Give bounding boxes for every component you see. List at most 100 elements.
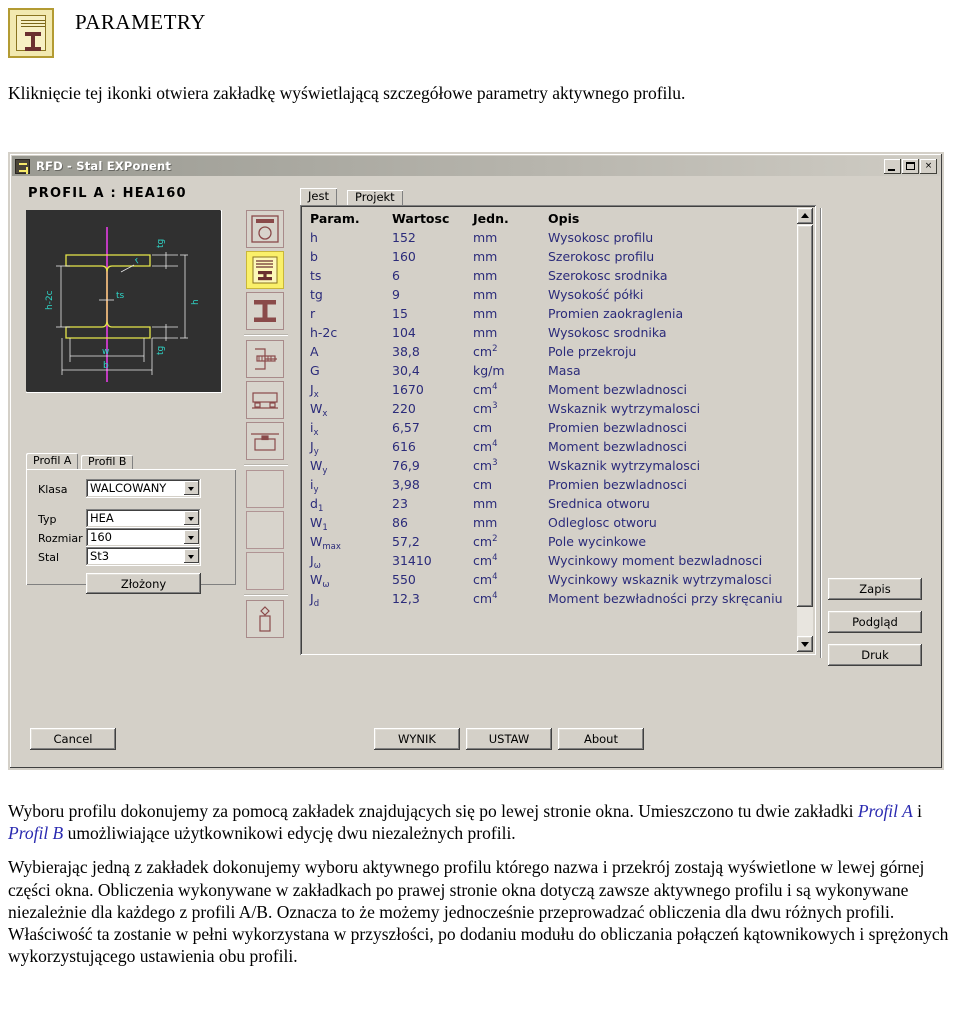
table-row[interactable]: G 30,4 kg/m Masa: [310, 363, 780, 382]
cell-unit-superscript: 2: [492, 534, 498, 544]
empty-slot-1-icon[interactable]: [246, 470, 284, 508]
profile-settings-group: Klasa WALCOWANY Typ HEA Rozmiar 160 Stal: [26, 469, 236, 594]
cell-description: Wskaznik wytrzymalosci: [548, 401, 701, 416]
cell-description: Wysokosc srodnika: [548, 325, 667, 340]
scroll-up-arrow-icon[interactable]: [797, 208, 813, 224]
druk-button[interactable]: Druk: [828, 644, 922, 666]
column-icon[interactable]: [246, 600, 284, 638]
table-vertical-scrollbar[interactable]: [797, 208, 813, 652]
klasa-dropdown[interactable]: WALCOWANY: [86, 479, 201, 498]
parametry-icon: [8, 8, 54, 58]
table-row[interactable]: W1 86 mm Odleglosc otworu: [310, 515, 780, 534]
minimize-button[interactable]: [884, 158, 901, 174]
tab-profil-b[interactable]: Profil B: [81, 455, 134, 470]
cell-unit: mm: [473, 306, 498, 321]
table-row[interactable]: Wx 220 cm3 Wskaznik wytrzymalosci: [310, 401, 780, 420]
chevron-down-icon[interactable]: [184, 511, 199, 525]
close-icon[interactable]: ×: [920, 158, 937, 174]
cell-unit: mm: [473, 249, 498, 264]
chevron-down-icon[interactable]: [184, 549, 199, 563]
paragraph-2: Wybierając jedną z zakładek dokonujemy w…: [8, 857, 949, 967]
chevron-down-icon[interactable]: [184, 481, 199, 495]
table-row[interactable]: iy 3,98 cm Promien bezwladnosci: [310, 477, 780, 496]
zapis-button[interactable]: Zapis: [828, 578, 922, 600]
i-beam-icon[interactable]: [246, 292, 284, 330]
table-row[interactable]: Jd 12,3 cm4 Moment bezwładności przy skręca…: [310, 591, 783, 610]
base-plate-icon[interactable]: [246, 422, 284, 460]
wynik-button[interactable]: WYNIK: [374, 728, 460, 750]
cell-description: Promien zaokraglenia: [548, 306, 684, 321]
table-row[interactable]: Wω 550 cm4 Wycinkowy wskaznik wytrzymalosci: [310, 572, 780, 591]
label-stal: Stal: [38, 551, 60, 564]
cell-unit: mm: [473, 496, 498, 511]
window-controls: ×: [884, 158, 937, 174]
table-row[interactable]: Jx 1670 cm4 Moment bezwladnosci: [310, 382, 780, 401]
table-row[interactable]: Jy 616 cm4 Moment bezwladnosci: [310, 439, 780, 458]
empty-slot-2-icon[interactable]: [246, 511, 284, 549]
cell-param: Jx: [310, 382, 319, 400]
cell-param: tg: [310, 287, 323, 302]
cell-value: 616: [392, 439, 416, 454]
table-row[interactable]: h-2c 104 mm Wysokosc srodnika: [310, 325, 780, 344]
table-row[interactable]: h 152 mm Wysokosc profilu: [310, 230, 780, 249]
ustaw-button[interactable]: USTAW: [466, 728, 552, 750]
about-button[interactable]: About: [558, 728, 644, 750]
cell-param-subscript: x: [322, 409, 328, 419]
table-row[interactable]: ix 6,57 cm Promien bezwladnosci: [310, 420, 780, 439]
cell-description: Wycinkowy wskaznik wytrzymalosci: [548, 572, 772, 587]
rozmiar-dropdown[interactable]: 160: [86, 528, 201, 547]
cell-description: Moment bezwladnosci: [548, 439, 688, 454]
cell-value: 38,8: [392, 344, 420, 359]
parameter-table-pane: Param. Wartosc Jedn. Opis h 152 mm Wysokosc…: [300, 205, 816, 655]
podglad-button[interactable]: Podgląd: [828, 611, 922, 633]
empty-slot-3-icon[interactable]: [246, 552, 284, 590]
table-row[interactable]: b 160 mm Szerokosc profilu: [310, 249, 780, 268]
maximize-button[interactable]: [902, 158, 919, 174]
cell-param-subscript: max: [322, 542, 341, 552]
cell-value: 15: [392, 306, 408, 321]
cell-unit: cm4: [473, 591, 498, 606]
connection-icon[interactable]: [246, 340, 284, 378]
panel-divider: [820, 208, 822, 658]
cell-unit-superscript: 3: [492, 458, 498, 468]
active-profile-label: PROFIL A : HEA160: [28, 186, 187, 201]
scroll-down-arrow-icon[interactable]: [797, 636, 813, 652]
parameters-glyph: [252, 256, 278, 284]
header-unit: Jedn.: [473, 211, 509, 226]
svg-text:w: w: [102, 347, 109, 357]
cell-value: 3,98: [392, 477, 420, 492]
cell-param: h-2c: [310, 325, 338, 340]
table-row[interactable]: tg 9 mm Wysokość półki: [310, 287, 780, 306]
tab-profil-a[interactable]: Profil A: [26, 453, 79, 470]
round-section-icon[interactable]: [246, 210, 284, 248]
cell-param: Wy: [310, 458, 328, 476]
beam-support-icon[interactable]: [246, 381, 284, 419]
cell-value: 31410: [392, 553, 432, 568]
cell-unit: cm4: [473, 553, 498, 568]
tab-projekt[interactable]: Projekt: [347, 190, 403, 206]
cell-unit-superscript: 3: [492, 401, 498, 411]
table-row[interactable]: Wy 76,9 cm3 Wskaznik wytrzymalosci: [310, 458, 780, 477]
typ-dropdown[interactable]: HEA: [86, 509, 201, 528]
cell-param: W1: [310, 515, 328, 533]
table-row[interactable]: Jω 31410 cm4 Wycinkowy moment bezwladnosci: [310, 553, 780, 572]
typ-value: HEA: [90, 511, 114, 525]
svg-text:b: b: [103, 361, 109, 371]
table-row[interactable]: A 38,8 cm2 Pole przekroju: [310, 344, 780, 363]
table-row[interactable]: d1 23 mm Srednica otworu: [310, 496, 780, 515]
stal-dropdown[interactable]: St3: [86, 547, 201, 566]
scrollbar-thumb[interactable]: [797, 225, 813, 607]
cell-param-subscript: y: [313, 447, 319, 457]
svg-text:h-2c: h-2c: [45, 290, 55, 310]
table-row[interactable]: ts 6 mm Szerokosc srodnika: [310, 268, 780, 287]
cancel-button[interactable]: Cancel: [30, 728, 116, 750]
table-row[interactable]: r 15 mm Promien zaokraglenia: [310, 306, 780, 325]
zlozony-button[interactable]: Złożony: [86, 573, 201, 594]
parameters-icon[interactable]: [246, 251, 284, 289]
tab-jest[interactable]: Jest: [300, 188, 337, 206]
table-row[interactable]: Wmax 57,2 cm2 Pole wycinkowe: [310, 534, 780, 553]
cell-param: Jd: [310, 591, 320, 609]
chevron-down-icon[interactable]: [184, 530, 199, 544]
klasa-value: WALCOWANY: [90, 481, 167, 495]
cell-description: Szerokosc srodnika: [548, 268, 668, 283]
